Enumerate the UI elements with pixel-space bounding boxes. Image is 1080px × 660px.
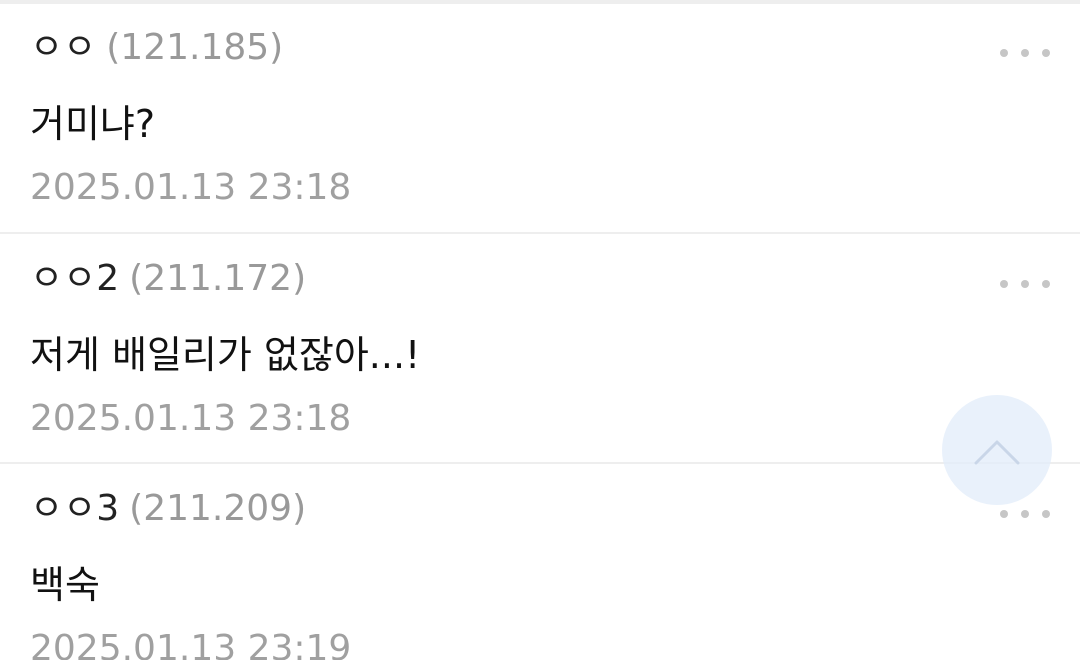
- author-name[interactable]: ㅇㅇ: [30, 27, 96, 68]
- comment-text: 백숙: [30, 563, 100, 607]
- more-options-icon-dot: [1021, 49, 1029, 57]
- more-options-icon-dot: [1021, 510, 1029, 518]
- more-options-icon-dot: [1021, 280, 1029, 288]
- chevron-up-icon: [974, 440, 1020, 465]
- author-ip: (211.172): [129, 258, 307, 299]
- scroll-to-top-button[interactable]: [942, 395, 1052, 505]
- comment-timestamp: 2025.01.13 23:18: [30, 167, 352, 208]
- more-options-icon: [1000, 49, 1008, 57]
- comment-item: ㅇㅇ3 (211.209) 백숙 2025.01.13 23:19: [0, 465, 1080, 660]
- author-name[interactable]: ㅇㅇ3: [30, 488, 119, 529]
- comment-author-line: ㅇㅇ3 (211.209): [30, 487, 306, 531]
- more-options-button[interactable]: [1000, 269, 1050, 299]
- comment-divider: [0, 462, 1080, 464]
- more-options-icon: [1000, 280, 1008, 288]
- more-options-button[interactable]: [1000, 38, 1050, 68]
- author-name[interactable]: ㅇㅇ2: [30, 258, 119, 299]
- more-options-icon: [1000, 510, 1008, 518]
- comment-author-line: ㅇㅇ (121.185): [30, 26, 283, 70]
- comment-text: 저게 배일리가 없잖아...!: [30, 333, 421, 377]
- more-options-icon-dot: [1042, 510, 1050, 518]
- comment-text: 거미냐?: [30, 102, 156, 146]
- comment-timestamp: 2025.01.13 23:19: [30, 628, 352, 660]
- author-ip: (211.209): [129, 488, 307, 529]
- author-ip: (121.185): [106, 27, 284, 68]
- more-options-icon-dot: [1042, 49, 1050, 57]
- comment-divider: [0, 232, 1080, 234]
- comment-timestamp: 2025.01.13 23:18: [30, 398, 352, 439]
- comment-list-page: ㅇㅇ (121.185) 거미냐? 2025.01.13 23:18 ㅇㅇ2 (21…: [0, 0, 1080, 660]
- comment-item: ㅇㅇ2 (211.172) 저게 배일리가 없잖아...! 2025.01.13 …: [0, 235, 1080, 461]
- comment-author-line: ㅇㅇ2 (211.172): [30, 257, 306, 301]
- comment-item: ㅇㅇ (121.185) 거미냐? 2025.01.13 23:18: [0, 4, 1080, 230]
- more-options-icon-dot: [1042, 280, 1050, 288]
